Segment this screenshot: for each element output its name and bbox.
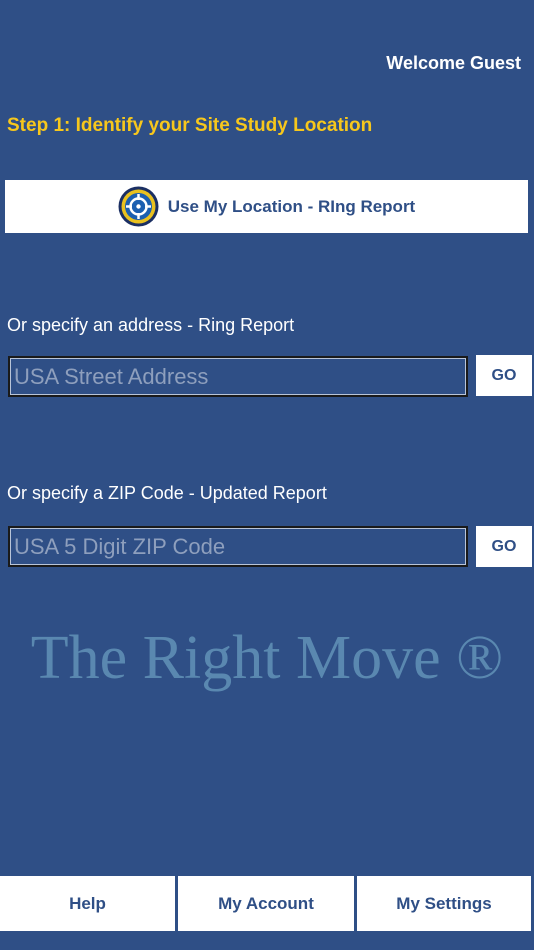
zip-section-label: Or specify a ZIP Code - Updated Report [7,483,327,503]
tab-my-settings[interactable]: My Settings [357,876,531,931]
brand-title: The Right Move ® [30,624,504,692]
welcome-text: Welcome Guest [386,53,521,73]
street-address-input[interactable] [8,356,468,397]
tab-my-account[interactable]: My Account [178,876,354,931]
step-title: Step 1: Identify your Site Study Locatio… [7,115,373,136]
use-my-location-button[interactable]: Use My Location - RIng Report [5,180,528,233]
use-my-location-label: Use My Location - RIng Report [167,196,416,216]
address-section-label: Or specify an address - Ring Report [7,315,295,335]
tab-help[interactable]: Help [0,876,175,931]
zip-go-button[interactable]: GO [476,526,532,567]
bottom-tab-bar: Help My Account My Settings [0,876,534,931]
address-go-button[interactable]: GO [476,355,532,396]
zip-code-input[interactable] [8,526,468,567]
target-location-icon [118,186,159,227]
